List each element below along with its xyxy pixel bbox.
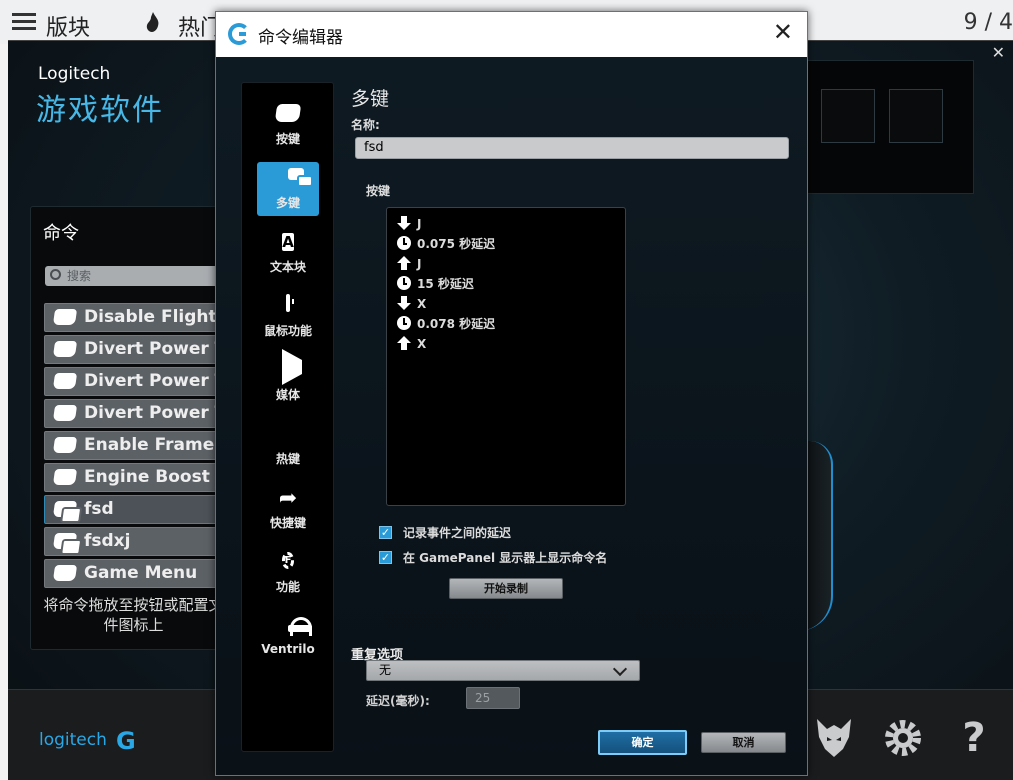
key-icon	[52, 405, 78, 421]
drag-hint: 将命令拖放至按钮或配置文件图标上	[43, 596, 224, 634]
repeat-options-select[interactable]: 无	[366, 660, 640, 681]
search-input[interactable]: 搜索	[45, 266, 225, 286]
page-counter: 9 / 4	[963, 10, 1013, 35]
key-icon	[52, 565, 78, 581]
command-item-selected[interactable]: fsd	[44, 495, 224, 524]
start-record-button[interactable]: 开始录制	[449, 578, 563, 599]
show-gamepanel-checkbox[interactable]: ✓	[379, 551, 392, 564]
key-up-arrow-icon	[397, 336, 411, 350]
category-mouse-function[interactable]: 鼠标功能	[257, 290, 319, 344]
category-function[interactable]: F 功能	[257, 546, 319, 600]
key-icon	[52, 469, 78, 485]
command-editor-dialog: 命令编辑器 ✕ 按键 多键 A 文本块 鼠标功能 媒体 热键 ➦ 快捷键 F 功…	[215, 11, 808, 776]
media-play-icon	[282, 349, 302, 385]
search-placeholder: 搜索	[67, 269, 92, 283]
keystroke-list[interactable]: J 0.075 秒延迟 J 15 秒延迟 X 0.078 秒延迟 X	[386, 207, 626, 506]
wolf-icon[interactable]	[813, 715, 855, 761]
hamburger-menu-icon[interactable]	[12, 13, 36, 32]
command-item[interactable]: Divert Power To Systems	[44, 367, 224, 396]
category-hotkey[interactable]: 热键	[257, 418, 319, 472]
key-icon	[52, 437, 78, 453]
key-icon	[52, 373, 78, 389]
multikey-icon	[52, 533, 78, 549]
key-event-row[interactable]: X	[397, 294, 426, 314]
help-icon[interactable]: ?	[953, 715, 995, 761]
dialog-titlebar: 命令编辑器 ✕	[216, 12, 807, 57]
dialog-title: 命令编辑器	[258, 28, 343, 48]
cancel-button[interactable]: 取消	[701, 732, 786, 753]
device-slot[interactable]	[889, 89, 943, 143]
key-event-row[interactable]: 0.078 秒延迟	[397, 314, 495, 334]
record-delays-checkbox[interactable]: ✓	[379, 526, 392, 539]
command-item[interactable]: fsdxj	[44, 527, 224, 556]
chevron-down-icon	[612, 661, 628, 677]
section-title: 多键	[351, 88, 390, 110]
key-down-arrow-icon	[397, 296, 411, 310]
key-event-row[interactable]: X	[397, 334, 426, 354]
text-block-icon: A	[282, 233, 294, 251]
clock-icon	[397, 236, 411, 250]
keys-label: 按键	[366, 184, 391, 198]
category-multikey[interactable]: 多键	[257, 162, 319, 216]
clock-icon	[397, 276, 411, 290]
record-delays-checkbox-row[interactable]: ✓ 记录事件之间的延迟	[379, 524, 511, 542]
logitech-g-logo: G	[116, 727, 136, 755]
shortcut-arrow-icon: ➦	[278, 486, 298, 511]
tab-blocks[interactable]: 版块	[46, 10, 90, 42]
close-button[interactable]: ✕	[773, 18, 793, 46]
show-gamepanel-label: 在 GamePanel 显示器上显示命令名	[403, 551, 608, 565]
brand-name: Logitech	[38, 64, 111, 84]
key-icon	[52, 309, 78, 325]
command-item[interactable]: Engine Boost	[44, 463, 224, 492]
name-input[interactable]: fsd	[355, 137, 789, 159]
category-ventrilo[interactable]: Ventrilo	[257, 610, 319, 664]
category-text-block[interactable]: A 文本块	[257, 226, 319, 280]
category-keystroke[interactable]: 按键	[257, 98, 319, 152]
key-icon	[274, 104, 302, 122]
key-event-row[interactable]: J	[397, 254, 421, 274]
command-item[interactable]: Divert Power To Engines	[44, 335, 224, 364]
logitech-logo: logitech	[39, 730, 107, 750]
show-gamepanel-checkbox-row[interactable]: ✓ 在 GamePanel 显示器上显示命令名	[379, 549, 607, 567]
gear-icon[interactable]	[882, 715, 924, 761]
multikey-icon	[52, 501, 78, 517]
key-event-row[interactable]: 0.075 秒延迟	[397, 234, 495, 254]
record-delays-label: 记录事件之间的延迟	[403, 526, 512, 540]
key-event-row[interactable]: 15 秒延迟	[397, 274, 474, 294]
app-title: 游戏软件	[36, 93, 164, 128]
command-item[interactable]: Enable Frame Shift Drive	[44, 431, 224, 460]
dialog-body: 按键 多键 A 文本块 鼠标功能 媒体 热键 ➦ 快捷键 F 功能 Ventri…	[216, 57, 807, 775]
delay-label: 延迟(毫秒):	[366, 694, 430, 708]
key-down-arrow-icon	[397, 216, 411, 230]
clock-icon	[397, 316, 411, 330]
command-item[interactable]: Disable Flight Assist	[44, 303, 224, 332]
commands-panel: 命令 搜索 Disable Flight Assist Divert Power…	[30, 206, 225, 650]
key-up-arrow-icon	[397, 256, 411, 270]
mouse-icon	[286, 294, 290, 312]
device-preview-panel	[798, 60, 974, 194]
search-icon	[50, 269, 61, 280]
logitech-g-icon	[228, 23, 250, 45]
close-icon[interactable]: ✕	[992, 43, 1005, 62]
key-icon	[52, 341, 78, 357]
flame-icon	[146, 12, 159, 32]
function-gear-icon: F	[281, 552, 295, 569]
command-category-bar: 按键 多键 A 文本块 鼠标功能 媒体 热键 ➦ 快捷键 F 功能 Ventri…	[241, 82, 334, 752]
command-item[interactable]: Game Menu	[44, 559, 224, 588]
device-slot[interactable]	[821, 89, 875, 143]
delay-input[interactable]: 25	[466, 687, 520, 709]
commands-title: 命令	[43, 223, 79, 244]
command-item[interactable]: Divert Power To Weapons	[44, 399, 224, 428]
name-label: 名称:	[351, 118, 380, 132]
key-event-row[interactable]: J	[397, 214, 421, 234]
category-media[interactable]: 媒体	[257, 349, 319, 408]
ok-button[interactable]: 确定	[598, 730, 687, 755]
category-shortcut[interactable]: ➦ 快捷键	[257, 482, 319, 536]
